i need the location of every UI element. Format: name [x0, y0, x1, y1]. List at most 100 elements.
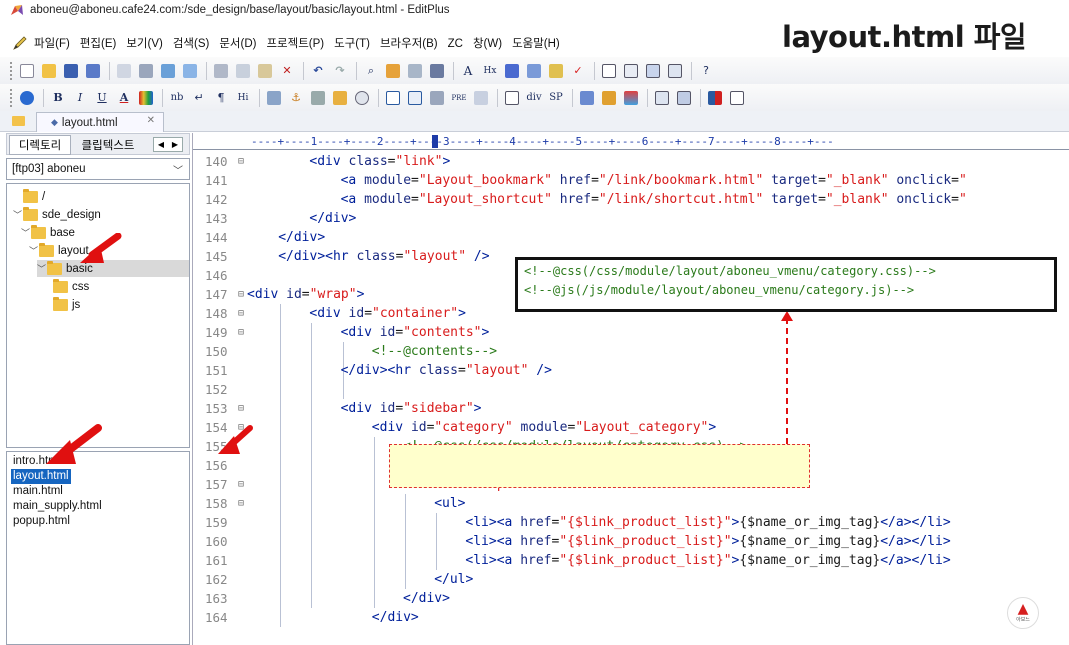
find-icon[interactable]: ⌕	[361, 61, 381, 81]
chevron-left-icon[interactable]: ◀	[158, 140, 164, 149]
underline-button[interactable]: U	[92, 88, 112, 108]
word-wrap-icon[interactable]	[502, 61, 522, 81]
fold-toggle-icon[interactable]: ⊟	[238, 475, 244, 494]
chevron-down-icon[interactable]: ﹀	[13, 208, 23, 221]
code-line[interactable]: 154 ⊟ <div id="category" module="Layout_ca…	[193, 418, 1069, 437]
help-icon[interactable]: ?	[696, 61, 716, 81]
window-icon-1[interactable]	[599, 61, 619, 81]
window-icon[interactable]	[727, 88, 747, 108]
frameset-icon[interactable]	[674, 88, 694, 108]
toolbar-grip[interactable]	[10, 88, 13, 107]
print-icon[interactable]	[136, 61, 156, 81]
file-item[interactable]: popup.html	[11, 514, 72, 529]
font-size-icon[interactable]: A	[458, 61, 478, 81]
color-picker-icon[interactable]	[136, 88, 156, 108]
pre-button[interactable]: PRE	[449, 88, 469, 108]
save-icon[interactable]	[61, 61, 81, 81]
code-line[interactable]: 164 </div>	[193, 608, 1069, 627]
window-icon-3[interactable]	[643, 61, 663, 81]
code-line[interactable]: 149 ⊟ <div id="contents">	[193, 323, 1069, 342]
redo-icon[interactable]: ↷	[330, 61, 350, 81]
paragraph-button[interactable]: ¶	[211, 88, 231, 108]
menu-item[interactable]: 편집(E)	[80, 38, 117, 50]
table-icon[interactable]	[383, 88, 403, 108]
code-line[interactable]: 143 </div>	[193, 209, 1069, 228]
replace-icon[interactable]	[383, 61, 403, 81]
list-icon[interactable]	[405, 88, 425, 108]
text-box-icon[interactable]	[502, 88, 522, 108]
code-line[interactable]: 151 </div><hr class="layout" />	[193, 361, 1069, 380]
line-break-icon[interactable]: ↵	[189, 88, 209, 108]
goto-line-icon[interactable]	[427, 61, 447, 81]
span-button[interactable]: SP	[546, 88, 566, 108]
chevron-down-icon[interactable]: ﹀	[29, 244, 39, 257]
fold-toggle-icon[interactable]: ⊟	[238, 152, 244, 171]
browser-preview-icon[interactable]	[180, 61, 200, 81]
code-line[interactable]: 159 <li><a href="{$link_product_list}">{$…	[193, 513, 1069, 532]
italic-button[interactable]: I	[70, 88, 90, 108]
menu-item[interactable]: ZC	[448, 38, 463, 50]
cut-icon[interactable]	[211, 61, 231, 81]
check-icon[interactable]: ✓	[568, 61, 588, 81]
code-line[interactable]: 141 <a module="Layout_bookmark" href="/li…	[193, 171, 1069, 190]
align-icon[interactable]	[427, 88, 447, 108]
save-all-icon[interactable]	[83, 61, 103, 81]
code-line[interactable]: 160 <li><a href="{$link_product_list}">{$…	[193, 532, 1069, 551]
globe-icon[interactable]	[17, 88, 37, 108]
menu-item[interactable]: 창(W)	[473, 38, 502, 50]
code-line[interactable]: 142 <a module="Layout_shortcut" href="/li…	[193, 190, 1069, 209]
file-item[interactable]: main_supply.html	[11, 499, 104, 514]
horizontal-rule-icon[interactable]	[308, 88, 328, 108]
chevron-down-icon[interactable]: ﹀	[173, 162, 183, 177]
font-color-button[interactable]: A	[114, 88, 134, 108]
code-line[interactable]: 153 ⊟ <div id="sidebar">	[193, 399, 1069, 418]
print-preview-icon[interactable]	[114, 61, 134, 81]
menu-item[interactable]: 브라우저(B)	[380, 38, 438, 50]
file-item[interactable]: main.html	[11, 484, 65, 499]
chevron-right-icon[interactable]: ▶	[172, 140, 178, 149]
heading-button[interactable]: Hi	[233, 88, 253, 108]
bullet-list-icon[interactable]	[471, 88, 491, 108]
frame-icon[interactable]	[652, 88, 672, 108]
drive-select[interactable]: [ftp03] aboneu ﹀	[6, 158, 190, 180]
menu-item[interactable]: 검색(S)	[173, 38, 210, 50]
tab-cliptext[interactable]: 클립텍스트	[73, 135, 143, 155]
new-file-icon[interactable]	[17, 61, 37, 81]
menu-item[interactable]: 문서(D)	[219, 38, 256, 50]
form-icon[interactable]	[330, 88, 350, 108]
tab-layout-html[interactable]: ◆ layout.html ✕	[36, 112, 164, 132]
spellcheck-icon[interactable]	[158, 61, 178, 81]
code-line[interactable]: 144 </div>	[193, 228, 1069, 247]
menu-item[interactable]: 도움말(H)	[512, 38, 560, 50]
nbsp-button[interactable]: nb	[167, 88, 187, 108]
fold-toggle-icon[interactable]: ⊟	[238, 285, 244, 304]
tab-directory[interactable]: 디렉토리	[9, 135, 71, 155]
close-icon[interactable]: ✕	[147, 115, 155, 126]
tree-node-css[interactable]: css	[53, 278, 89, 295]
tree-node-sde-design[interactable]: ﹀ sde_design	[13, 206, 101, 223]
tree-node-js[interactable]: js	[53, 296, 80, 313]
file-item-selected[interactable]: layout.html	[11, 469, 71, 484]
code-line[interactable]: 152	[193, 380, 1069, 399]
window-icon-2[interactable]	[621, 61, 641, 81]
radio-icon[interactable]	[352, 88, 372, 108]
folder-icon[interactable]	[12, 116, 25, 126]
ruler-icon[interactable]	[546, 61, 566, 81]
menu-item[interactable]: 도구(T)	[334, 38, 370, 50]
chart-icon[interactable]	[705, 88, 725, 108]
palette-icon[interactable]	[621, 88, 641, 108]
fold-toggle-icon[interactable]: ⊟	[238, 399, 244, 418]
undo-icon[interactable]: ↶	[308, 61, 328, 81]
bold-button[interactable]: B	[48, 88, 68, 108]
line-number-icon[interactable]	[524, 61, 544, 81]
code-line[interactable]: 150 <!--@contents-->	[193, 342, 1069, 361]
tree-node-root[interactable]: /	[13, 188, 45, 205]
code-area[interactable]: 140 ⊟ <div class="link"> 141 <a module="Layo…	[193, 152, 1069, 645]
code-line[interactable]: 140 ⊟ <div class="link">	[193, 152, 1069, 171]
hex-icon[interactable]: Hx	[480, 61, 500, 81]
code-line[interactable]: 162 </ul>	[193, 570, 1069, 589]
code-editor[interactable]: ----+----1----+----2----+----3----+----4…	[192, 133, 1069, 645]
fold-toggle-icon[interactable]: ⊟	[238, 494, 244, 513]
fold-toggle-icon[interactable]: ⊟	[238, 304, 244, 323]
div-button[interactable]: div	[524, 88, 544, 108]
